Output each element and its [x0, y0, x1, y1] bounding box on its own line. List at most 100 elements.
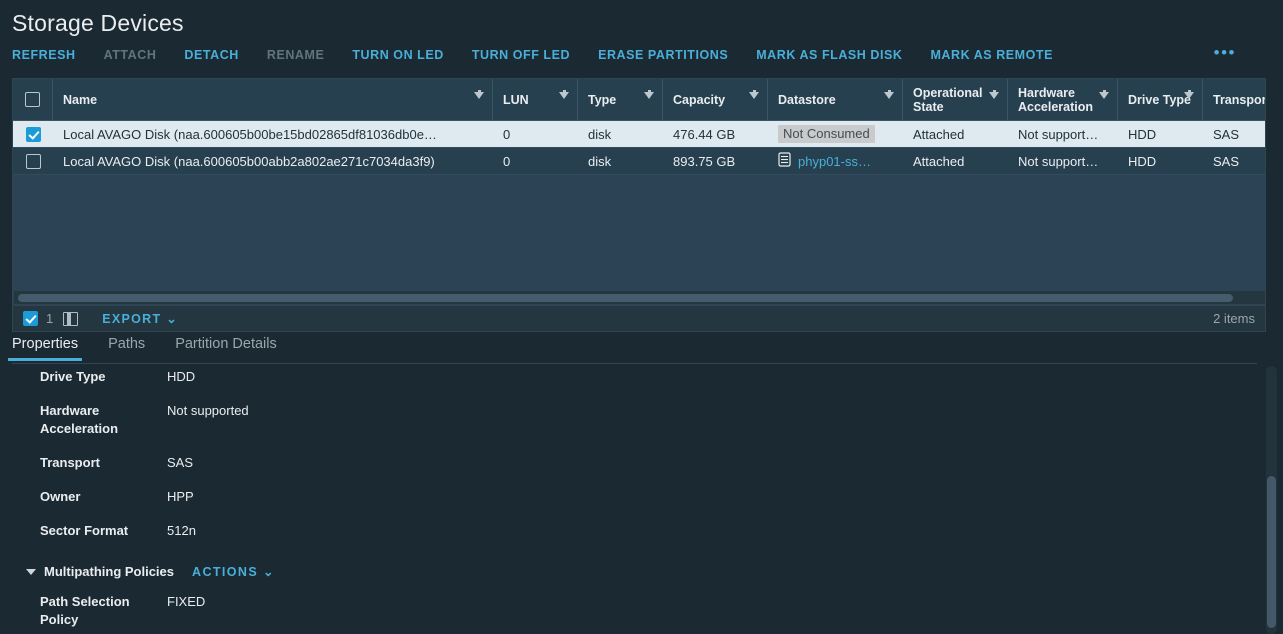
cell-text: SAS: [1213, 126, 1240, 142]
chevron-down-icon[interactable]: [26, 568, 36, 575]
filter-icon[interactable]: [989, 90, 999, 99]
action-toolbar: REFRESH ATTACH DETACH RENAME TURN ON LED TURN…: [12, 44, 1081, 66]
cell-text: 0: [503, 126, 511, 142]
row-checkbox[interactable]: [25, 126, 41, 142]
column-header-label: Name: [63, 92, 98, 107]
toolbar-button-turn-on-led[interactable]: TURN ON LED: [352, 48, 443, 62]
cell-text: Local AVAGO Disk (naa.600605b00be15bd028…: [63, 126, 437, 142]
column-header-label: Type: [588, 92, 617, 107]
toolbar-button-detach[interactable]: DETACH: [184, 48, 238, 62]
column-header-label: LUN: [503, 92, 529, 107]
cell-text: 476.44 GB: [673, 126, 736, 142]
filter-icon[interactable]: [884, 90, 894, 99]
cell-lun: 0: [493, 121, 578, 147]
filter-icon[interactable]: [749, 90, 759, 99]
column-header-type[interactable]: Type: [578, 79, 663, 120]
cell-hwaccel: Not support…: [1008, 148, 1118, 174]
property-value: 512n: [167, 523, 196, 538]
tab-properties[interactable]: Properties: [7, 336, 83, 361]
cell-text: Attached: [913, 126, 965, 142]
detail-vertical-scrollbar-thumb[interactable]: [1267, 476, 1276, 628]
filter-icon[interactable]: [1099, 90, 1109, 99]
row-checkbox[interactable]: [25, 153, 41, 169]
select-all-checkbox[interactable]: [25, 92, 40, 107]
cell-text: disk: [588, 153, 612, 169]
header-select-all-cell[interactable]: [13, 79, 53, 120]
table-body: Local AVAGO Disk (naa.600605b00be15bd028…: [13, 121, 1265, 175]
multipathing-actions-button[interactable]: ACTIONS ⌄: [192, 564, 275, 579]
page-title: Storage Devices: [12, 10, 184, 36]
property-value: Not supported: [167, 403, 249, 418]
filter-icon[interactable]: [644, 90, 654, 99]
cell-text: Attached: [913, 153, 965, 169]
cell-opstate: Attached: [903, 148, 1008, 174]
property-value: HDD: [167, 369, 196, 384]
property-value: SAS: [167, 455, 194, 470]
datastore-icon: [778, 152, 791, 170]
cell-drivetype: HDD: [1118, 148, 1203, 174]
toolbar-button-refresh[interactable]: REFRESH: [12, 48, 76, 62]
property-row: Owner HPP: [12, 488, 1244, 506]
toolbar-button-turn-off-led[interactable]: TURN OFF LED: [472, 48, 570, 62]
column-header-name[interactable]: Name: [53, 79, 493, 120]
property-value: FIXED: [167, 594, 206, 609]
table-row[interactable]: Local AVAGO Disk (naa.600605b00abb2a802a…: [13, 148, 1265, 175]
tab-paths[interactable]: Paths: [108, 336, 145, 360]
column-header-label: Operational State: [913, 85, 983, 114]
column-header-transport[interactable]: Transport: [1203, 79, 1265, 120]
cell-capacity: 893.75 GB: [663, 148, 768, 174]
cell-type: disk: [578, 148, 663, 174]
storage-devices-table: Name LUN Type Capacity Datastore Operational …: [12, 78, 1266, 306]
detail-tabs: Properties Paths Partition Details: [7, 336, 1257, 364]
cell-text: Not support…: [1018, 126, 1099, 142]
cell-opstate: Attached: [903, 121, 1008, 147]
table-row[interactable]: Local AVAGO Disk (naa.600605b00be15bd028…: [13, 121, 1265, 148]
export-button[interactable]: EXPORT ⌄: [102, 311, 178, 326]
properties-panel: Drive Type HDD Hardware Acceleration Not su…: [12, 368, 1244, 634]
toolbar-button-erase-partitions[interactable]: ERASE PARTITIONS: [598, 48, 728, 62]
multipathing-section-header: Multipathing Policies ACTIONS ⌄: [26, 564, 1244, 579]
toolbar-button-mark-as-remote[interactable]: MARK AS REMOTE: [930, 48, 1053, 62]
column-picker-icon[interactable]: [63, 311, 79, 326]
filter-icon[interactable]: [474, 90, 484, 99]
cell-text: HDD: [1128, 126, 1157, 142]
datastore-status-badge: Not Consumed: [778, 125, 875, 143]
storage-devices-page: Storage Devices REFRESH ATTACH DETACH RENAM…: [0, 0, 1283, 634]
table-header-row: Name LUN Type Capacity Datastore Operational …: [13, 79, 1265, 121]
chevron-down-icon: ⌄: [166, 312, 178, 326]
multipathing-properties-list: Path Selection PolicyFIXEDPrefered pathn…: [12, 593, 1244, 634]
column-header-label: Capacity: [673, 92, 726, 107]
toolbar-button-mark-as-flash-disk[interactable]: MARK AS FLASH DISK: [756, 48, 902, 62]
cell-hwaccel: Not support…: [1008, 121, 1118, 147]
cell-name: Local AVAGO Disk (naa.600605b00be15bd028…: [53, 121, 493, 147]
column-header-opstate[interactable]: Operational State: [903, 79, 1008, 120]
column-header-capacity[interactable]: Capacity: [663, 79, 768, 120]
toolbar-button-attach: ATTACH: [103, 48, 157, 62]
column-header-hwaccel[interactable]: Hardware Acceleration: [1008, 79, 1118, 120]
filter-icon[interactable]: [1184, 90, 1194, 99]
property-row: Drive Type HDD: [12, 368, 1244, 386]
cell-text: 0: [503, 153, 511, 169]
table-horizontal-scrollbar-thumb[interactable]: [18, 294, 1233, 302]
cell-checkbox: [13, 121, 53, 147]
property-label: Transport: [40, 455, 100, 470]
cell-name: Local AVAGO Disk (naa.600605b00abb2a802a…: [53, 148, 493, 174]
actions-label: ACTIONS: [192, 565, 259, 579]
cell-transport: SAS: [1203, 148, 1265, 174]
cell-capacity: 476.44 GB: [663, 121, 768, 147]
ellipsis-icon[interactable]: •••: [1214, 44, 1236, 61]
column-header-datastore[interactable]: Datastore: [768, 79, 903, 120]
tab-partition-details[interactable]: Partition Details: [175, 336, 277, 360]
property-row: Hardware Acceleration Not supported: [12, 402, 1244, 438]
cell-datastore: Not Consumed: [768, 121, 903, 147]
filter-icon[interactable]: [559, 90, 569, 99]
property-label: Path Selection Policy: [40, 594, 130, 627]
property-value: HPP: [167, 489, 194, 504]
table-horizontal-scrollbar[interactable]: [14, 291, 1265, 304]
column-header-label: Drive Type: [1128, 92, 1191, 107]
footer-select-all-checkbox[interactable]: [23, 311, 38, 326]
column-header-lun[interactable]: LUN: [493, 79, 578, 120]
column-header-drivetype[interactable]: Drive Type: [1118, 79, 1203, 120]
datastore-link[interactable]: phyp01-ss…: [798, 154, 871, 169]
property-row: Sector Format 512n: [12, 522, 1244, 540]
